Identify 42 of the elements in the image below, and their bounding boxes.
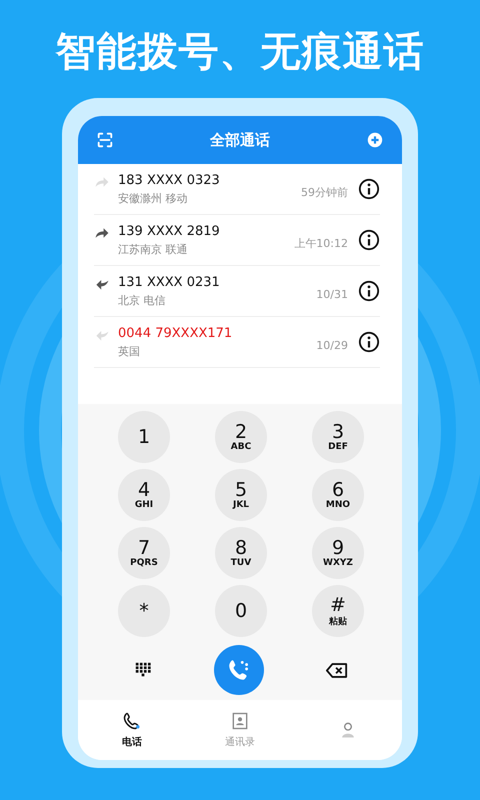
- backspace-icon[interactable]: [326, 662, 348, 678]
- location-text: 江苏南京 联通: [118, 242, 188, 256]
- dial-key[interactable]: # 粘贴: [312, 585, 364, 637]
- dial-key[interactable]: 7 PQRS: [118, 527, 170, 579]
- dial-key[interactable]: *: [118, 585, 170, 637]
- dial-key[interactable]: 2 ABC: [215, 411, 267, 463]
- keypad-icon[interactable]: [134, 661, 152, 679]
- call-time: 10/29: [316, 338, 348, 352]
- contact-card-icon: [230, 711, 250, 731]
- call-row[interactable]: 139 XXXX 2819 江苏南京 联通 上午10:12: [94, 215, 380, 266]
- dial-key[interactable]: 9 WXYZ: [312, 527, 364, 579]
- call-time: 10/31: [316, 288, 348, 300]
- dial-key[interactable]: 5 JKL: [215, 469, 267, 521]
- header-title: 全部通话: [210, 130, 270, 150]
- phone-number: 139 XXXX 2819: [118, 224, 221, 238]
- location-text: 英国: [118, 344, 141, 358]
- info-icon[interactable]: [358, 331, 380, 353]
- dial-key[interactable]: 3 DEF: [312, 411, 364, 463]
- location-text: 北京 电信: [118, 292, 166, 308]
- phone-number: 183 XXXX 0323: [118, 172, 221, 188]
- call-row[interactable]: 0044 79XXXX171 英国 10/29: [94, 317, 380, 368]
- add-icon[interactable]: [366, 131, 384, 149]
- call-time: 59分钟前: [301, 184, 348, 200]
- phone-number: 0044 79XXXX171: [118, 326, 234, 340]
- location-text: 安徽滁州 移动: [118, 190, 188, 206]
- dial-key[interactable]: 4 GHI: [118, 469, 170, 521]
- call-button[interactable]: [214, 645, 264, 695]
- dial-key[interactable]: 1: [118, 411, 170, 463]
- info-icon[interactable]: [358, 280, 380, 302]
- info-icon[interactable]: [358, 178, 380, 200]
- scan-icon[interactable]: [96, 131, 114, 149]
- dial-key[interactable]: 8 TUV: [215, 527, 267, 579]
- call-row[interactable]: 183 XXXX 0323 安徽滁州 移动 59分钟前: [94, 164, 380, 215]
- phone-number: 131 XXXX 0231: [118, 274, 221, 290]
- phone-icon: [122, 711, 142, 731]
- dial-key[interactable]: 6 MNO: [312, 469, 364, 521]
- call-row[interactable]: 131 XXXX 0231 北京 电信 10/31: [94, 266, 380, 317]
- tab[interactable]: 电话: [78, 700, 186, 760]
- info-icon[interactable]: [358, 229, 380, 251]
- dial-key[interactable]: 0: [215, 585, 267, 637]
- call-time: 上午10:12: [294, 236, 348, 250]
- headline: 智能拨号、无痕通话: [56, 28, 424, 77]
